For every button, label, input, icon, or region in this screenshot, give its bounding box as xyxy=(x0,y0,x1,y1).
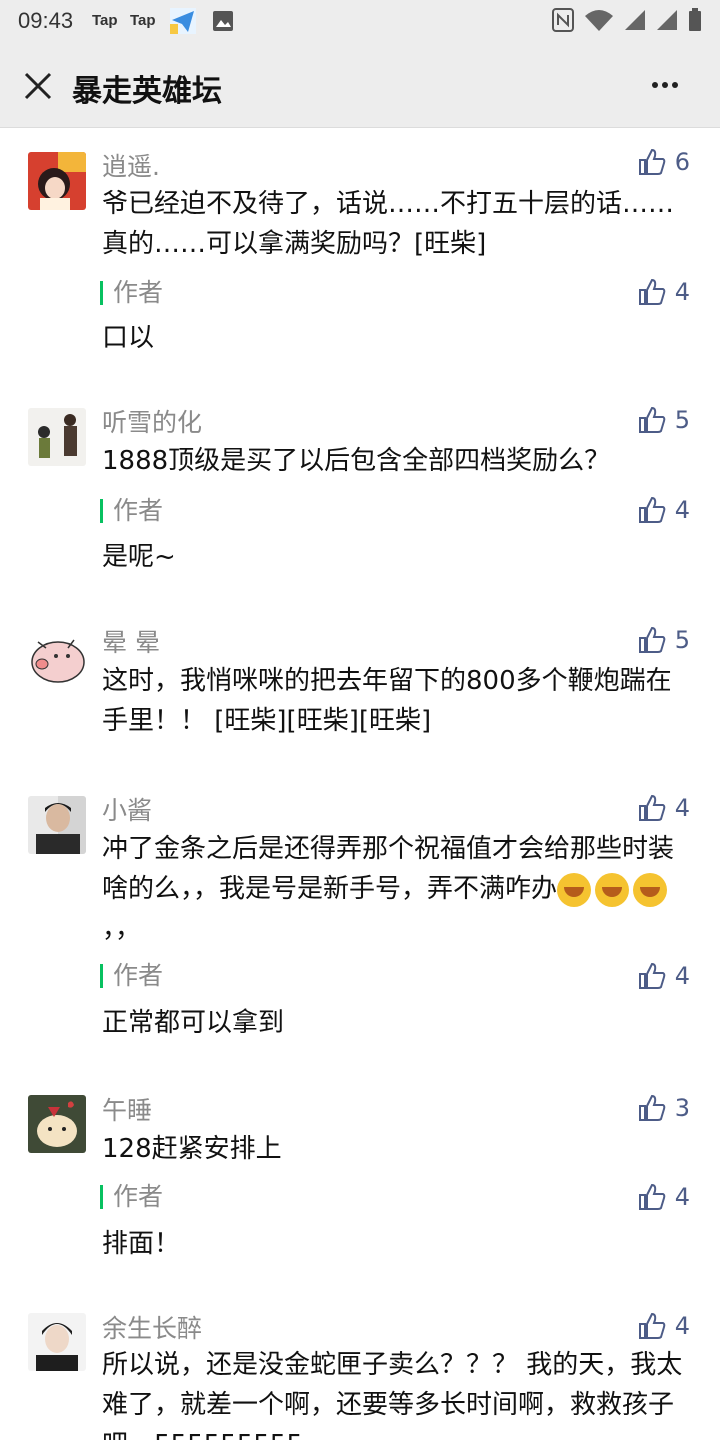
like-button[interactable]: 4 xyxy=(637,495,690,525)
comment-text: 128赶紧安排上 xyxy=(102,1134,282,1164)
comment-text: 1888顶级是买了以后包含全部四档奖励么？ xyxy=(102,446,611,476)
like-count: 3 xyxy=(674,1094,690,1122)
signal-icon-2 xyxy=(657,10,677,30)
avatar[interactable] xyxy=(28,796,86,854)
taptap-notification-icon: Tap xyxy=(92,12,118,29)
username[interactable]: 午睡 xyxy=(102,1091,152,1127)
close-icon[interactable] xyxy=(18,66,58,106)
author-reply-text: 口以 xyxy=(102,323,155,353)
thumbs-up-icon xyxy=(638,794,666,821)
like-count: 4 xyxy=(674,1312,690,1340)
like-count: 6 xyxy=(674,148,690,176)
avatar[interactable] xyxy=(28,408,86,466)
status-bar: 09:43 Tap Tap xyxy=(0,0,720,44)
like-button[interactable]: 3 xyxy=(637,1093,690,1123)
author-reply-text: 排面！ xyxy=(102,1229,181,1259)
thumbs-up-icon xyxy=(638,496,666,523)
thumbs-up-icon xyxy=(638,148,666,175)
comment-text-part: 咋办 xyxy=(505,874,558,904)
comment-list[interactable]: 逍遥. 6 爷已经迫不及待了，话说……不打五十层的话……真的……可以拿满奖励吗？… xyxy=(0,129,720,1440)
crying-laughing-emoji-icon xyxy=(557,872,592,907)
comment-text: 所以说，还是没金蛇匣子卖么？？？ 我的天，我太难了，就差一个啊，还要等多长时间啊… xyxy=(102,1350,683,1440)
username[interactable]: 余生长醉 xyxy=(102,1309,202,1345)
avatar[interactable] xyxy=(28,628,86,686)
signal-icon xyxy=(625,10,645,30)
like-button[interactable]: 4 xyxy=(637,1182,690,1212)
comment-text: 爷已经迫不及待了，话说……不打五十层的话……真的……可以拿满奖励吗？[旺柴] xyxy=(102,189,675,259)
like-button[interactable]: 4 xyxy=(637,961,690,991)
username[interactable]: 小酱 xyxy=(102,791,152,827)
like-button[interactable]: 5 xyxy=(637,625,690,655)
status-time: 09:43 xyxy=(18,8,74,33)
system-status-icons xyxy=(552,8,702,32)
like-button[interactable]: 4 xyxy=(637,1311,690,1341)
crying-laughing-emoji-icon xyxy=(633,872,668,907)
thumbs-up-icon xyxy=(638,1312,666,1339)
taptap-notification-icon-2: Tap xyxy=(130,12,156,29)
author-reply-text: 是呢~ xyxy=(102,542,176,572)
like-button[interactable]: 4 xyxy=(637,277,690,307)
username[interactable]: 听雪的化 xyxy=(102,403,202,439)
battery-icon xyxy=(689,8,701,31)
like-count: 4 xyxy=(674,1183,690,1211)
thumbs-up-icon xyxy=(638,962,666,989)
more-options-icon[interactable] xyxy=(650,70,690,100)
author-reply-label: 作者 xyxy=(100,1184,163,1209)
username[interactable]: 晕 晕 xyxy=(102,623,160,659)
like-count: 5 xyxy=(674,626,690,654)
crying-laughing-emoji-icon xyxy=(595,872,630,907)
thumbs-up-icon xyxy=(638,1183,666,1210)
send-app-icon xyxy=(170,8,196,34)
like-button[interactable]: 4 xyxy=(637,793,690,823)
comment-text: 冲了金条之后是还得弄那个祝福值才会给那些时装啥的么，，我是号是新手号，弄不满咋办… xyxy=(102,829,697,949)
comment-text: 这时，我悄咪咪的把去年留下的800多个鞭炮踹在手里！！ [旺柴][旺柴][旺柴] xyxy=(102,666,672,736)
thumbs-up-icon xyxy=(638,626,666,653)
page-title: 暴走英雄坛 xyxy=(72,74,222,109)
title-bar: 暴走英雄坛 xyxy=(0,44,720,128)
nfc-icon xyxy=(552,8,574,32)
like-count: 4 xyxy=(674,278,690,306)
like-count: 4 xyxy=(674,496,690,524)
avatar[interactable] xyxy=(28,1095,86,1153)
author-reply-label: 作者 xyxy=(100,280,163,305)
author-reply-label: 作者 xyxy=(100,963,163,988)
avatar[interactable] xyxy=(28,152,86,210)
comment-text-part: ，， xyxy=(102,914,142,944)
gallery-icon xyxy=(213,11,233,31)
like-button[interactable]: 6 xyxy=(637,147,690,177)
author-reply-label: 作者 xyxy=(100,498,163,523)
like-count: 4 xyxy=(674,962,690,990)
wifi-icon xyxy=(585,10,613,31)
thumbs-up-icon xyxy=(638,406,666,433)
like-count: 4 xyxy=(674,794,690,822)
like-count: 5 xyxy=(674,406,690,434)
author-reply-text: 正常都可以拿到 xyxy=(102,1008,285,1038)
like-button[interactable]: 5 xyxy=(637,405,690,435)
username[interactable]: 逍遥. xyxy=(102,147,160,183)
thumbs-up-icon xyxy=(638,1094,666,1121)
avatar[interactable] xyxy=(28,1313,86,1371)
thumbs-up-icon xyxy=(638,278,666,305)
